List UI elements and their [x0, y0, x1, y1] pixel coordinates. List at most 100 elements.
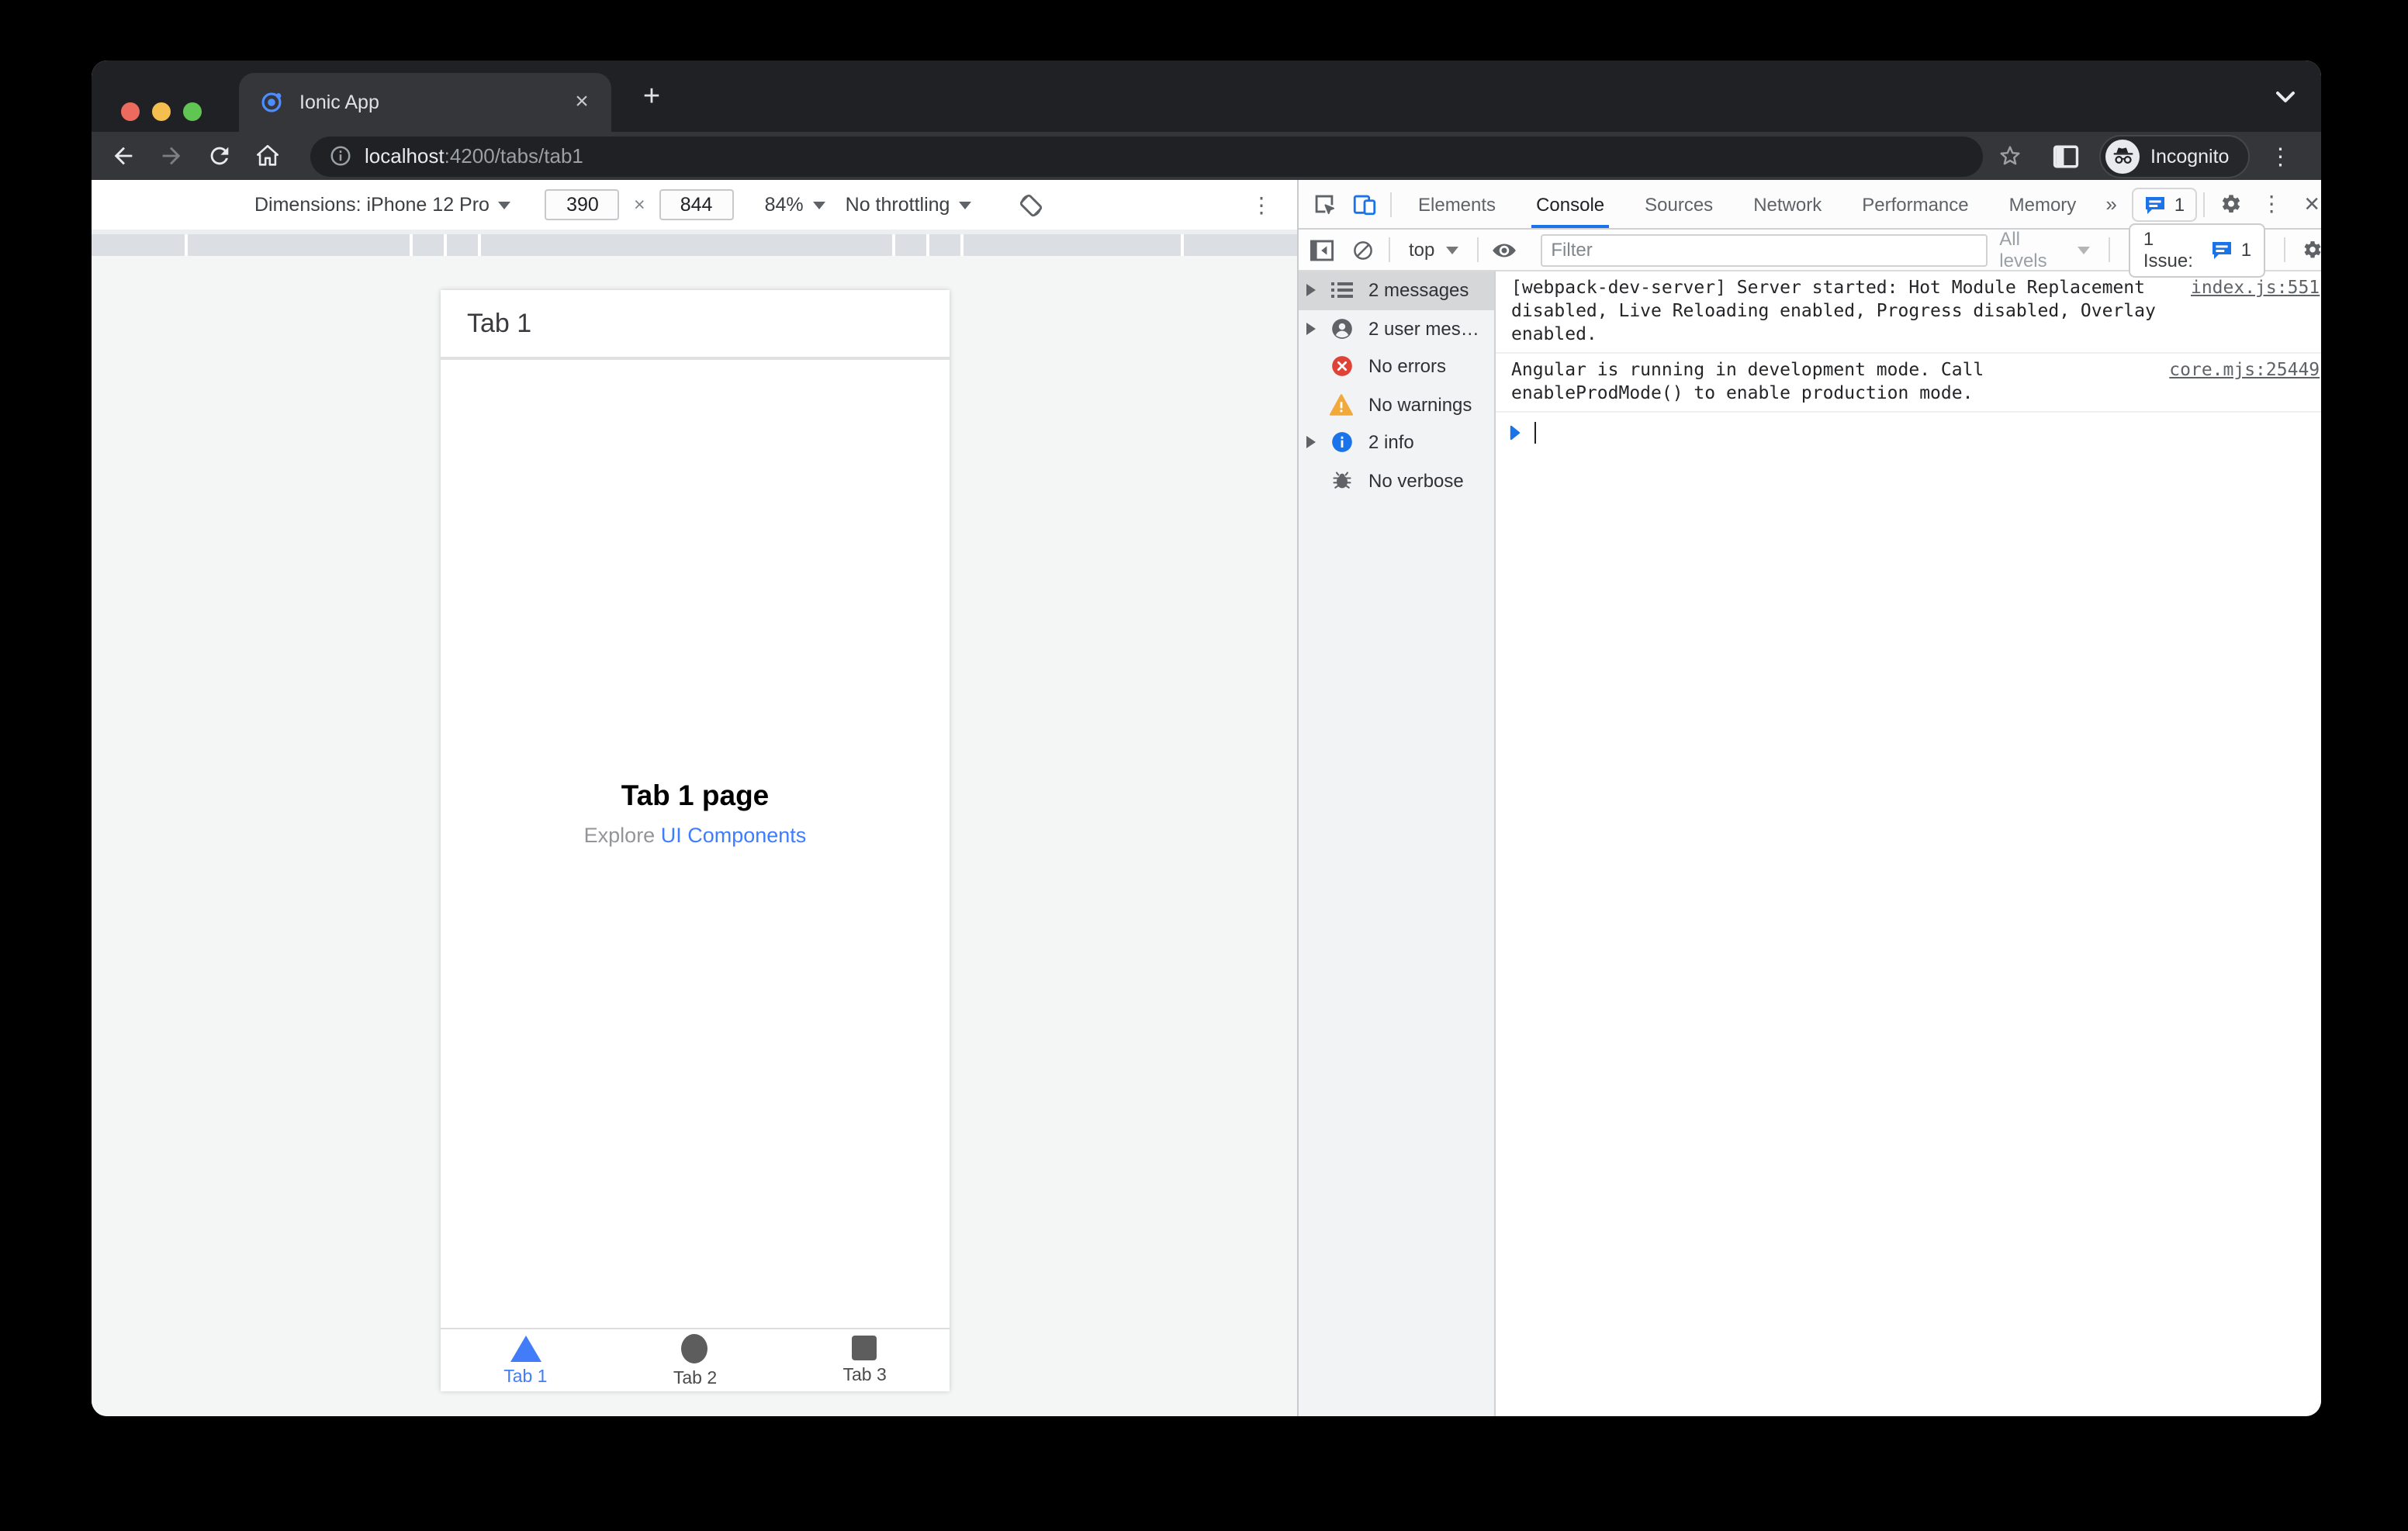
warning-icon [1330, 393, 1353, 416]
ionic-favicon-icon [259, 90, 284, 115]
incognito-badge[interactable]: Incognito [2099, 134, 2250, 178]
devtools-tab-performance[interactable]: Performance [1842, 180, 1988, 228]
log-levels-value: All levels [1999, 228, 2047, 271]
device-zoom-value: 84% [764, 194, 804, 216]
sidebar-item-verbose[interactable]: No verbose [1299, 461, 1494, 499]
new-tab-button[interactable]: + [633, 81, 670, 118]
tab-search-chevron-icon[interactable] [2271, 84, 2299, 109]
sidebar-item-errors[interactable]: No errors [1299, 347, 1494, 385]
clear-console-icon[interactable] [1342, 230, 1382, 270]
device-emulation-pane: Dimensions: iPhone 12 Pro × 84% No throt… [92, 180, 1297, 1416]
devtools-tab-network[interactable]: Network [1733, 180, 1842, 228]
incognito-label: Incognito [2150, 145, 2230, 167]
ui-components-link[interactable]: UI Components [661, 824, 807, 847]
devtools-tab-sources[interactable]: Sources [1624, 180, 1733, 228]
browser-menu-kebab-icon[interactable]: ⋮ [2261, 136, 2299, 176]
sidebar-item-label: 2 info [1368, 431, 1414, 454]
app-tab-label: Tab 1 [503, 1367, 548, 1386]
console-context-selector[interactable]: top [1396, 239, 1470, 261]
address-bar[interactable]: localhost:4200/tabs/tab1 [310, 136, 1983, 176]
triangle-icon [510, 1335, 541, 1361]
more-tabs-button[interactable]: » [2096, 192, 2126, 216]
devtools-close-icon[interactable]: × [2292, 184, 2321, 224]
console-prompt[interactable] [1496, 413, 2321, 453]
inspect-element-icon[interactable] [1303, 184, 1344, 224]
side-panel-icon[interactable] [2045, 136, 2085, 176]
devtools-tab-elements[interactable]: Elements [1398, 180, 1516, 228]
page-subtitle: Explore UI Components [441, 824, 950, 847]
issues-counter-button[interactable]: 1 [2132, 187, 2198, 221]
app-tab-3[interactable]: Tab 3 [780, 1329, 950, 1391]
sidebar-item-warnings[interactable]: No warnings [1299, 385, 1494, 423]
divider [2109, 237, 2111, 262]
app-tab-1[interactable]: Tab 1 [441, 1329, 611, 1391]
log-levels-select[interactable]: All levels [1987, 228, 2103, 271]
incognito-icon [2105, 139, 2140, 173]
console-message-text: Angular is running in development mode. … [1511, 358, 1984, 403]
console-message: Angular is running in development mode. … [1496, 354, 2321, 413]
device-toolbar: Dimensions: iPhone 12 Pro × 84% No throt… [92, 180, 1297, 230]
device-height-input[interactable] [659, 189, 734, 220]
devtools-tab-memory[interactable]: Memory [1989, 180, 2097, 228]
divider [1389, 237, 1390, 262]
close-window-button[interactable] [121, 102, 140, 121]
sidebar-item-label: No warnings [1368, 393, 1472, 416]
devtools-tab-console[interactable]: Console [1516, 180, 1624, 228]
divider [1476, 237, 1479, 262]
console-source-link[interactable]: index.js:551 [2191, 276, 2321, 299]
app-tab-bar: Tab 1 Tab 2 Tab 3 [441, 1328, 950, 1391]
divider [2203, 192, 2206, 216]
console-context-value: top [1409, 239, 1435, 261]
devtools-pane: Elements Console Sources Network Perform… [1297, 180, 2321, 1416]
console-settings-gear-icon[interactable] [2292, 230, 2321, 270]
toggle-console-sidebar-icon[interactable] [1302, 230, 1342, 270]
console-source-link[interactable]: core.mjs:25449 [2169, 358, 2321, 382]
back-button[interactable] [101, 136, 144, 176]
forward-button[interactable] [149, 136, 192, 176]
console-body: 2 messages 2 user mes… No errors No warn… [1299, 271, 2321, 1416]
browser-tab-ionic-app[interactable]: Ionic App × [239, 73, 611, 132]
devtools-settings-gear-icon[interactable] [2211, 184, 2251, 224]
chevron-down-icon [498, 201, 511, 209]
expander-triangle-icon[interactable] [1306, 284, 1322, 297]
create-live-expression-eye-icon[interactable] [1484, 230, 1524, 270]
issues-button-label: 1 Issue: [2143, 228, 2193, 271]
minimize-window-button[interactable] [152, 102, 171, 121]
app-tab-label: Tab 2 [673, 1369, 718, 1388]
device-type-select[interactable]: Dimensions: iPhone 12 Pro [254, 194, 511, 216]
app-tab-2[interactable]: Tab 2 [611, 1329, 780, 1391]
chevron-down-icon [959, 201, 972, 209]
sidebar-item-info[interactable]: 2 info [1299, 423, 1494, 461]
home-button[interactable] [245, 136, 289, 176]
sidebar-item-label: 2 user mes… [1368, 317, 1479, 340]
expander-triangle-icon[interactable] [1306, 322, 1322, 335]
rotate-device-icon[interactable] [1013, 188, 1047, 222]
zoom-window-button[interactable] [183, 102, 202, 121]
circle-icon [681, 1333, 708, 1363]
expander-triangle-icon[interactable] [1306, 436, 1322, 449]
error-icon [1330, 355, 1353, 378]
throttling-select[interactable]: No throttling [846, 194, 972, 216]
app-tab-label: Tab 3 [842, 1367, 887, 1385]
console-filter-input[interactable] [1540, 233, 1988, 266]
url-toolbar: localhost:4200/tabs/tab1 Incognito ⋮ [92, 132, 2321, 180]
app-center-block: Tab 1 page Explore UI Components [441, 779, 950, 847]
sidebar-item-messages[interactable]: 2 messages [1299, 271, 1494, 309]
issues-button[interactable]: 1 Issue: 1 [2129, 223, 2266, 277]
close-tab-icon[interactable]: × [568, 88, 596, 116]
sidebar-item-label: No errors [1368, 355, 1447, 378]
window-content: Dimensions: iPhone 12 Pro × 84% No throt… [92, 180, 2321, 1416]
site-info-icon[interactable] [329, 144, 352, 168]
devtools-tab-bar: Elements Console Sources Network Perform… [1299, 180, 2321, 230]
media-query-bar[interactable] [92, 230, 1297, 256]
sidebar-item-label: 2 messages [1368, 279, 1469, 302]
device-toolbar-kebab-icon[interactable]: ⋮ [1251, 192, 1272, 218]
reload-button[interactable] [197, 136, 240, 176]
toggle-device-toolbar-icon[interactable] [1344, 184, 1384, 224]
bug-icon [1330, 469, 1353, 492]
devtools-kebab-icon[interactable]: ⋮ [2251, 184, 2292, 224]
bookmark-star-icon[interactable] [1989, 136, 2029, 176]
device-zoom-select[interactable]: 84% [765, 194, 825, 216]
device-width-input[interactable] [545, 189, 620, 220]
sidebar-item-user-messages[interactable]: 2 user mes… [1299, 309, 1494, 347]
